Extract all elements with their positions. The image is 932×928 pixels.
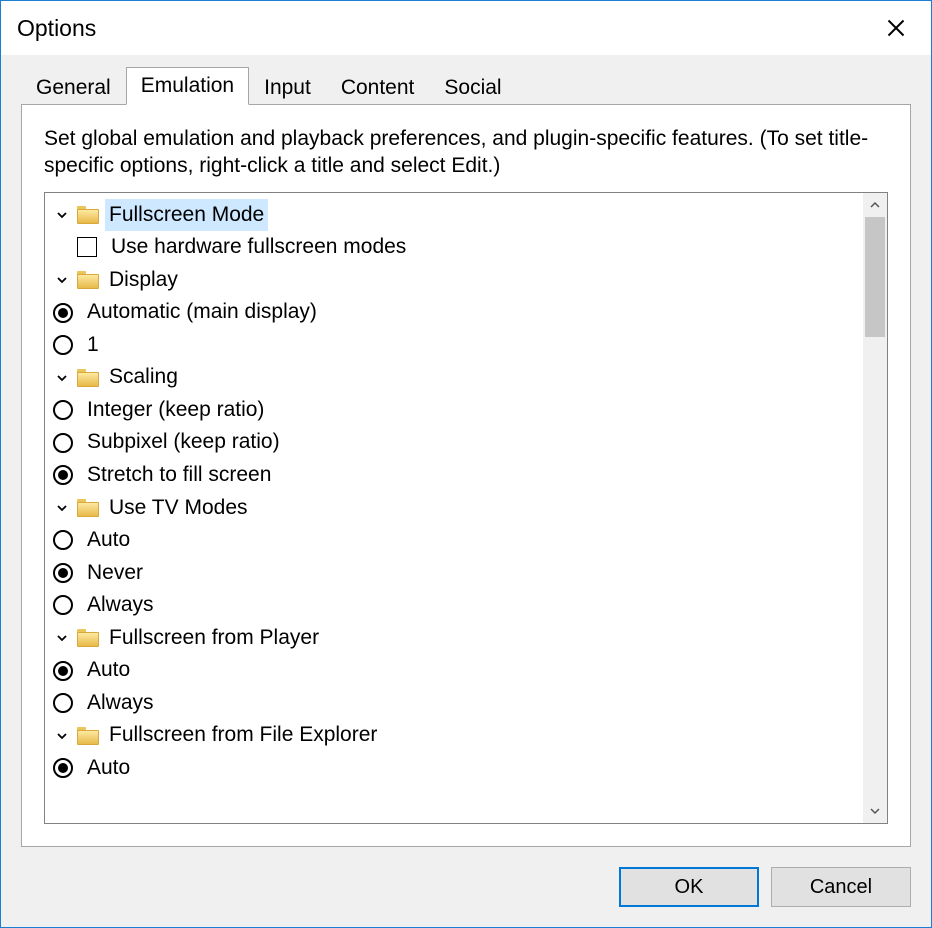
expander-icon[interactable]: [53, 271, 71, 289]
tab-emulation[interactable]: Emulation: [126, 67, 249, 105]
radio[interactable]: [53, 530, 73, 550]
radio[interactable]: [53, 400, 73, 420]
tree-node-tv-modes[interactable]: Use TV Modes: [53, 492, 863, 525]
tree-node-display[interactable]: Display: [53, 264, 863, 297]
tree-node-player-auto[interactable]: Auto: [53, 654, 863, 687]
tree-container: Fullscreen Mode Use hardware fullscreen …: [44, 192, 888, 824]
close-button[interactable]: [869, 8, 923, 48]
ok-button[interactable]: OK: [619, 867, 759, 907]
folder-icon: [77, 369, 99, 387]
dialog-buttons: OK Cancel: [21, 847, 911, 907]
tree-node-scaling-stretch[interactable]: Stretch to fill screen: [53, 459, 863, 492]
tree-label[interactable]: Always: [83, 687, 158, 720]
tree-label[interactable]: Automatic (main display): [83, 296, 321, 329]
radio[interactable]: [53, 758, 73, 778]
folder-icon: [77, 727, 99, 745]
tree-label[interactable]: Use TV Modes: [105, 492, 252, 525]
tab-content[interactable]: Content: [326, 71, 430, 106]
tab-general[interactable]: General: [21, 71, 126, 106]
tree-label[interactable]: Use hardware fullscreen modes: [107, 231, 410, 264]
tree-label[interactable]: Auto: [83, 524, 134, 557]
tree-label[interactable]: Stretch to fill screen: [83, 459, 275, 492]
tree-label[interactable]: Fullscreen from File Explorer: [105, 719, 381, 752]
scroll-down-arrow-icon[interactable]: [863, 799, 887, 823]
tab-panel-emulation: Set global emulation and playback prefer…: [21, 104, 911, 847]
radio[interactable]: [53, 335, 73, 355]
tree-label[interactable]: Never: [83, 557, 147, 590]
expander-icon[interactable]: [53, 629, 71, 647]
scroll-up-arrow-icon[interactable]: [863, 193, 887, 217]
panel-description: Set global emulation and playback prefer…: [44, 125, 888, 180]
tree-label[interactable]: Auto: [83, 752, 134, 785]
radio[interactable]: [53, 433, 73, 453]
radio[interactable]: [53, 661, 73, 681]
tree-node-scaling-integer[interactable]: Integer (keep ratio): [53, 394, 863, 427]
tree-label[interactable]: Display: [105, 264, 182, 297]
tree-node-from-player[interactable]: Fullscreen from Player: [53, 622, 863, 655]
radio[interactable]: [53, 595, 73, 615]
tree-label[interactable]: 1: [83, 329, 103, 362]
tree-label[interactable]: Always: [83, 589, 158, 622]
tree-node-scaling-subpixel[interactable]: Subpixel (keep ratio): [53, 426, 863, 459]
radio[interactable]: [53, 563, 73, 583]
tree-node-scaling[interactable]: Scaling: [53, 361, 863, 394]
expander-icon[interactable]: [53, 206, 71, 224]
client-area: General Emulation Input Content Social S…: [1, 55, 931, 927]
window-title: Options: [17, 15, 869, 42]
scrollbar[interactable]: [863, 193, 887, 823]
expander-icon[interactable]: [53, 369, 71, 387]
folder-icon: [77, 271, 99, 289]
titlebar: Options: [1, 1, 931, 55]
tree-node-display-1[interactable]: 1: [53, 329, 863, 362]
folder-icon: [77, 629, 99, 647]
options-tree: Fullscreen Mode Use hardware fullscreen …: [45, 193, 863, 823]
radio[interactable]: [53, 465, 73, 485]
scrollbar-thumb[interactable]: [865, 217, 885, 337]
tree-label[interactable]: Subpixel (keep ratio): [83, 426, 284, 459]
close-icon: [887, 19, 905, 37]
checkbox[interactable]: [77, 237, 97, 257]
tree-label[interactable]: Scaling: [105, 361, 182, 394]
radio[interactable]: [53, 303, 73, 323]
tree-label[interactable]: Integer (keep ratio): [83, 394, 268, 427]
tab-social[interactable]: Social: [429, 71, 516, 106]
scrollbar-track[interactable]: [863, 217, 887, 799]
tabstrip: General Emulation Input Content Social: [21, 67, 911, 105]
folder-icon: [77, 206, 99, 224]
folder-icon: [77, 499, 99, 517]
tree-node-explorer-auto[interactable]: Auto: [53, 752, 863, 785]
options-dialog: Options General Emulation Input Content …: [0, 0, 932, 928]
tree-node-fullscreen-mode[interactable]: Fullscreen Mode: [53, 199, 863, 232]
tree-node-player-always[interactable]: Always: [53, 687, 863, 720]
tree-label[interactable]: Fullscreen Mode: [105, 199, 268, 232]
tree-node-tv-auto[interactable]: Auto: [53, 524, 863, 557]
cancel-button[interactable]: Cancel: [771, 867, 911, 907]
tab-input[interactable]: Input: [249, 71, 326, 106]
tree-node-tv-always[interactable]: Always: [53, 589, 863, 622]
expander-icon[interactable]: [53, 499, 71, 517]
tree-label[interactable]: Fullscreen from Player: [105, 622, 323, 655]
radio[interactable]: [53, 693, 73, 713]
tree-label[interactable]: Auto: [83, 654, 134, 687]
tree-node-tv-never[interactable]: Never: [53, 557, 863, 590]
tree-node-from-explorer[interactable]: Fullscreen from File Explorer: [53, 719, 863, 752]
tree-node-use-hw-fullscreen[interactable]: Use hardware fullscreen modes: [53, 231, 863, 264]
expander-icon[interactable]: [53, 727, 71, 745]
tree-node-display-auto[interactable]: Automatic (main display): [53, 296, 863, 329]
